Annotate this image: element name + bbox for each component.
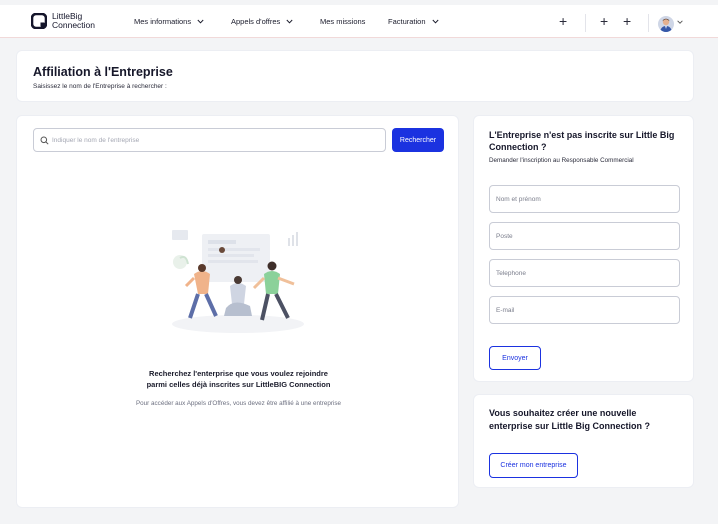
create-company-title-line-2: enterprise sur Little Big Connection ? bbox=[489, 421, 651, 431]
create-company-card: Vous souhaitez créer une nouvelle enterp… bbox=[473, 394, 694, 488]
phone-field[interactable] bbox=[489, 259, 680, 287]
name-field[interactable] bbox=[489, 185, 680, 213]
nav-appels-offres[interactable]: Appels d'offres bbox=[231, 17, 293, 26]
avatar[interactable] bbox=[658, 16, 674, 32]
plus-icon[interactable]: + bbox=[623, 14, 631, 28]
request-subtitle: Demander l'inscription au Responsable Co… bbox=[489, 157, 634, 164]
nav-label: Facturation bbox=[388, 17, 426, 26]
position-input[interactable] bbox=[496, 229, 674, 244]
nav-mes-missions[interactable]: Mes missions bbox=[320, 17, 365, 26]
nav-label: Mes informations bbox=[134, 17, 192, 26]
page-header-card: Affiliation à l'Entreprise Saisissez le … bbox=[16, 50, 694, 102]
chevron-down-icon bbox=[197, 19, 204, 24]
search-card: Rechercher bbox=[16, 115, 459, 508]
plus-icon[interactable]: + bbox=[600, 14, 608, 28]
plus-icon[interactable]: + bbox=[559, 14, 567, 28]
logo-line-2: Connection bbox=[52, 20, 96, 30]
empty-state-title-line-2: parmi celles déjà inscrites sur LittleBI… bbox=[146, 380, 331, 389]
send-button[interactable]: Envoyer bbox=[489, 346, 541, 370]
request-title-line-2: Connection ? bbox=[489, 142, 547, 152]
email-input[interactable] bbox=[496, 303, 674, 318]
search-button[interactable]: Rechercher bbox=[392, 128, 444, 152]
create-company-title: Vous souhaitez créer une nouvelle enterp… bbox=[489, 407, 689, 433]
email-field[interactable] bbox=[489, 296, 680, 324]
chevron-down-icon[interactable] bbox=[677, 20, 683, 24]
phone-input[interactable] bbox=[496, 266, 674, 281]
position-field[interactable] bbox=[489, 222, 680, 250]
logo[interactable]: LittleBig Connection bbox=[30, 12, 95, 30]
search-icon bbox=[40, 136, 49, 145]
divider bbox=[648, 14, 649, 32]
search-field[interactable] bbox=[33, 128, 386, 152]
create-company-title-line-1: Vous souhaitez créer une nouvelle bbox=[489, 408, 637, 418]
empty-state-title: Recherchez l'enterprise que vous voulez … bbox=[17, 368, 460, 390]
request-title: L'Entreprise n'est pas inscrite sur Litt… bbox=[489, 129, 689, 153]
chevron-down-icon bbox=[286, 19, 293, 24]
empty-state-subtitle: Pour accéder aux Appels d'Offres, vous d… bbox=[135, 400, 342, 407]
request-registration-card: L'Entreprise n'est pas inscrite sur Litt… bbox=[473, 115, 694, 382]
nav-mes-informations[interactable]: Mes informations bbox=[134, 17, 204, 26]
create-company-button[interactable]: Créer mon entreprise bbox=[489, 453, 578, 478]
empty-state-illustration bbox=[164, 228, 312, 338]
chevron-down-icon bbox=[431, 19, 439, 24]
search-input[interactable] bbox=[52, 133, 372, 148]
nav-label: Appels d'offres bbox=[231, 17, 281, 26]
logo-icon bbox=[30, 12, 48, 30]
nav-label: Mes missions bbox=[320, 17, 366, 26]
request-title-line-1: L'Entreprise n'est pas inscrite sur Litt… bbox=[489, 130, 675, 140]
logo-text: LittleBig Connection bbox=[52, 12, 95, 30]
name-input[interactable] bbox=[496, 192, 674, 207]
empty-state-title-line-1: Recherchez l'enterprise que vous voulez … bbox=[149, 369, 328, 378]
page-subtitle: Saisissez le nom de l'Entreprise à reche… bbox=[33, 83, 167, 90]
navbar: LittleBig Connection Mes informations Ap… bbox=[0, 5, 718, 38]
page-title: Affiliation à l'Entreprise bbox=[33, 65, 173, 79]
nav-facturation[interactable]: Facturation bbox=[388, 17, 439, 26]
divider bbox=[585, 14, 586, 32]
